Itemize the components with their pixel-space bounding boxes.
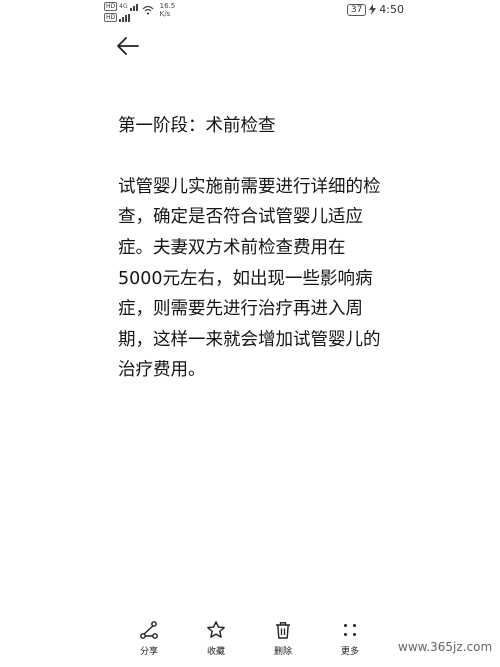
article-heading: 第一阶段：术前检查 <box>118 115 276 136</box>
sim-indicators: HD 4G HD <box>104 2 138 22</box>
article-content: 第一阶段：术前检查 试管婴儿实施前需要进行详细的检查，确定是否符合试管婴儿适应症… <box>118 80 386 417</box>
network-speed: 16.5 K/s <box>160 2 176 18</box>
favorite-button[interactable]: 收藏 <box>196 620 236 657</box>
delete-label: 删除 <box>273 647 292 657</box>
clock: 4:50 <box>379 3 404 16</box>
battery-icon: 37 <box>346 3 367 16</box>
status-bar: HD 4G HD 16.5 K/s 37 4:50 <box>0 0 500 22</box>
signal-icon-2 <box>119 13 131 22</box>
network-type: 4G <box>119 3 128 10</box>
signal-icon <box>129 3 138 11</box>
delete-button[interactable]: 删除 <box>263 620 303 657</box>
back-arrow-icon <box>117 37 139 55</box>
share-button[interactable]: 分享 <box>129 620 169 657</box>
watermark: www.365jz.com <box>398 640 493 654</box>
trash-icon <box>276 622 290 639</box>
article-body: 试管婴儿实施前需要进行详细的检查，确定是否符合试管婴儿适应症。夫妻双方术前检查费… <box>118 176 381 381</box>
hd-badge: HD <box>104 2 118 11</box>
more-button[interactable]: 更多 <box>330 620 370 657</box>
wifi-icon <box>142 5 154 15</box>
status-left: HD 4G HD 16.5 K/s <box>104 2 175 22</box>
share-icon <box>140 621 158 639</box>
back-button[interactable] <box>114 34 142 58</box>
speed-unit: K/s <box>159 10 171 18</box>
status-right: 37 4:50 <box>346 3 404 16</box>
more-dots-icon <box>344 624 356 636</box>
favorite-label: 收藏 <box>206 647 225 657</box>
speed-value: 16.5 <box>159 2 176 10</box>
hd-badge-2: HD <box>104 13 118 22</box>
charging-icon <box>369 4 377 15</box>
star-icon <box>207 621 225 638</box>
more-label: 更多 <box>340 647 359 657</box>
share-label: 分享 <box>139 647 158 657</box>
